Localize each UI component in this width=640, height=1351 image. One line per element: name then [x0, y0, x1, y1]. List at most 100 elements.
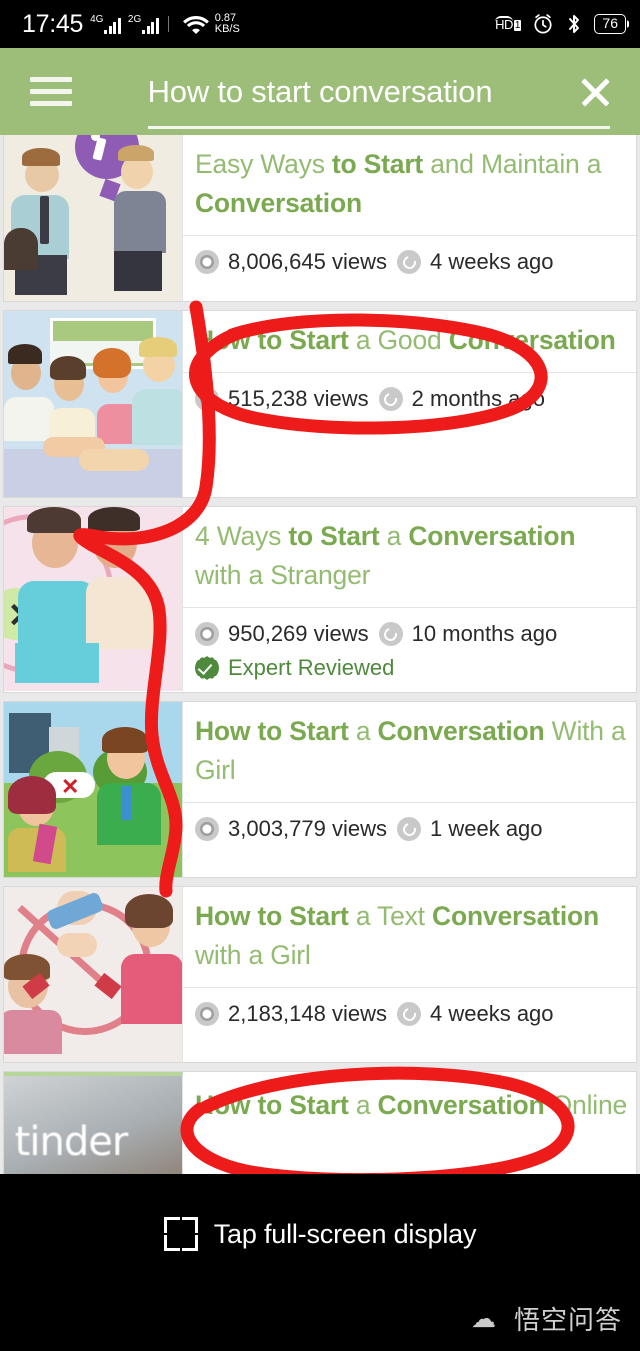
wukong-cloud-icon: ☁ — [470, 1304, 496, 1333]
result-thumbnail-6[interactable]: tinder — [4, 1072, 183, 1174]
wifi-icon — [182, 16, 209, 34]
watermark: ☁ 悟空问答 — [471, 1300, 622, 1337]
result-thumbnail-1[interactable] — [4, 135, 183, 301]
result-card-6[interactable]: tinder How to Start a Conversation Onlin… — [3, 1071, 637, 1174]
fullscreen-hint-label: Tap full-screen display — [213, 1218, 477, 1249]
views-icon — [195, 622, 219, 646]
age-pair-1: 4 weeks ago — [397, 246, 554, 278]
result-card-2[interactable]: How to Start a Good Conversation 515,238… — [3, 310, 637, 498]
age-pair-2: 2 months ago — [378, 383, 545, 415]
battery-indicator: 76 — [594, 14, 626, 34]
result-card-5[interactable]: How to Start a Text Conversation with a … — [3, 886, 637, 1063]
data-speed-indicator: 0.87 KB/S — [215, 13, 240, 35]
bluetooth-icon — [569, 15, 580, 33]
result-body-4: How to Start a Conversation With a Girl … — [183, 702, 636, 877]
result-card-3[interactable]: ✕ 4 Ways to Start a Conversation with a … — [3, 506, 637, 693]
expert-reviewed-badge: Expert Reviewed — [195, 652, 624, 684]
views-pair-5: 2,183,148 views — [195, 998, 387, 1030]
views-count-5: 2,183,148 views — [228, 1001, 387, 1026]
time-icon — [397, 817, 421, 841]
title-text-1: Easy Ways to Start and Maintain a Conver… — [195, 149, 602, 218]
status-bar: 17:45 4G 2G 0.87 KB/S HD 1 76 — [0, 0, 640, 48]
views-pair-1: 8,006,645 views — [195, 246, 387, 278]
result-title-3[interactable]: 4 Ways to Start a Conversation with a St… — [183, 507, 636, 607]
result-meta-2: 515,238 views 2 months ago — [183, 372, 636, 423]
app-bar: How to start conversation — [0, 48, 640, 135]
fullscreen-hint-bar[interactable]: Tap full-screen display — [0, 1174, 640, 1294]
hamburger-menu-icon[interactable] — [30, 70, 72, 113]
result-title-4[interactable]: How to Start a Conversation With a Girl — [183, 702, 636, 802]
age-text-3: 10 months ago — [411, 621, 558, 646]
bottom-black-area: ☁ 悟空问答 — [0, 1294, 640, 1351]
age-text-2: 2 months ago — [411, 386, 545, 411]
data-speed-unit: KB/S — [214, 23, 240, 35]
hd-label: HD — [495, 16, 513, 32]
result-body-3: 4 Ways to Start a Conversation with a St… — [183, 507, 636, 692]
title-text-3: 4 Ways to Start a Conversation with a St… — [195, 521, 576, 590]
phone-screen: 17:45 4G 2G 0.87 KB/S HD 1 76 How to sta… — [0, 0, 640, 1351]
age-text-1: 4 weeks ago — [430, 249, 554, 274]
network-type-label-1: 4G — [90, 14, 104, 25]
views-icon — [195, 250, 219, 274]
views-icon — [195, 387, 219, 411]
views-count-3: 950,269 views — [228, 621, 369, 646]
search-results-list[interactable]: Easy Ways to Start and Maintain a Conver… — [0, 135, 640, 1174]
result-meta-3: 950,269 views 10 months ago Expert Revie… — [183, 607, 636, 692]
hd-call-icon: HD 1 — [495, 16, 522, 32]
result-card-4[interactable]: ✕ How to Start a Conversation With a Gir… — [3, 701, 637, 878]
time-icon — [397, 1002, 421, 1026]
result-body-2: How to Start a Good Conversation 515,238… — [183, 311, 636, 497]
verified-seal-icon — [195, 656, 219, 680]
result-thumbnail-3[interactable]: ✕ — [4, 507, 183, 691]
result-card-1[interactable]: Easy Ways to Start and Maintain a Conver… — [3, 135, 637, 302]
age-pair-4: 1 week ago — [397, 813, 543, 845]
result-title-6[interactable]: How to Start a Conversation Online — [183, 1072, 636, 1137]
close-icon[interactable] — [574, 71, 616, 113]
result-body-5: How to Start a Text Conversation with a … — [183, 887, 636, 1062]
expert-reviewed-label: Expert Reviewed — [228, 655, 395, 680]
result-meta-1: 8,006,645 views 4 weeks ago — [183, 235, 636, 286]
alarm-icon — [534, 14, 552, 34]
title-text-4: How to Start a Conversation With a Girl — [195, 716, 626, 785]
signal-bars-1 — [104, 16, 121, 34]
age-pair-5: 4 weeks ago — [397, 998, 554, 1030]
page-title: How to start conversation — [147, 73, 493, 109]
result-title-5[interactable]: How to Start a Text Conversation with a … — [183, 887, 636, 987]
views-count-1: 8,006,645 views — [228, 249, 387, 274]
views-count-4: 3,003,779 views — [228, 816, 387, 841]
time-icon — [397, 250, 421, 274]
signal-icon-2g: 2G — [128, 14, 159, 34]
views-count-2: 515,238 views — [228, 386, 369, 411]
status-bar-right: HD 1 76 — [495, 12, 626, 36]
status-divider — [167, 16, 169, 32]
signal-icon-4g: 4G — [90, 14, 121, 34]
views-pair-3: 950,269 views — [195, 618, 369, 650]
views-pair-4: 3,003,779 views — [195, 813, 387, 845]
title-underline — [148, 126, 610, 129]
result-title-2[interactable]: How to Start a Good Conversation — [183, 311, 636, 372]
age-text-4: 1 week ago — [430, 816, 543, 841]
views-pair-2: 515,238 views — [195, 383, 369, 415]
wifi-group: 0.87 KB/S — [182, 13, 240, 35]
title-text-2: How to Start a Good Conversation — [195, 325, 616, 355]
time-icon — [378, 387, 403, 411]
result-thumbnail-4[interactable]: ✕ — [4, 702, 183, 877]
fullscreen-expand-icon — [163, 1217, 198, 1251]
time-icon — [378, 622, 403, 646]
result-body-1: Easy Ways to Start and Maintain a Conver… — [183, 135, 636, 301]
status-bar-clock: 17:45 — [22, 9, 84, 38]
status-bar-left: 17:45 4G 2G 0.87 KB/S — [22, 10, 240, 39]
title-text-6: How to Start a Conversation Online — [195, 1090, 628, 1120]
age-pair-3: 10 months ago — [378, 618, 558, 650]
result-thumbnail-2[interactable] — [4, 311, 183, 497]
hd-sim-badge: 1 — [513, 20, 522, 31]
views-icon — [195, 1002, 219, 1026]
signal-bars-2 — [142, 16, 159, 34]
views-icon — [195, 817, 219, 841]
age-text-5: 4 weeks ago — [430, 1001, 554, 1026]
result-title-1[interactable]: Easy Ways to Start and Maintain a Conver… — [183, 135, 636, 235]
network-type-label-2: 2G — [127, 14, 142, 25]
result-meta-5: 2,183,148 views 4 weeks ago — [183, 987, 636, 1038]
result-thumbnail-5[interactable] — [4, 887, 183, 1062]
result-body-6: How to Start a Conversation Online — [183, 1072, 636, 1174]
